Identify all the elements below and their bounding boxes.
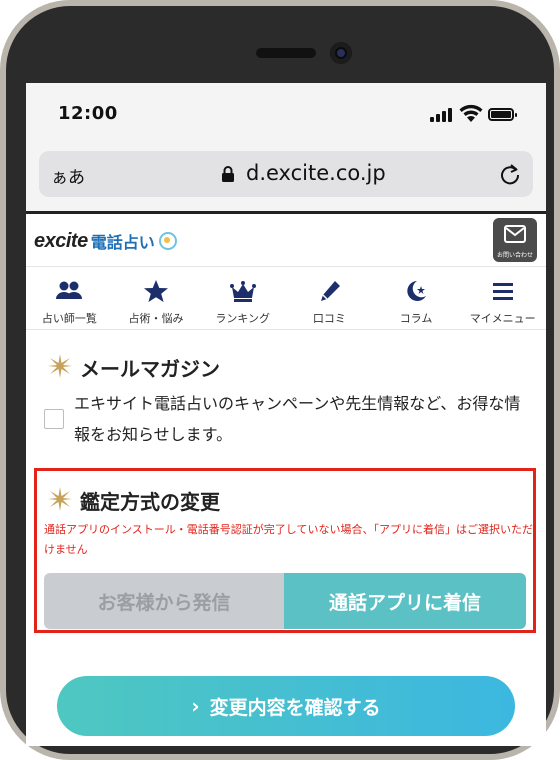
status-bar: 12:00: [26, 83, 546, 143]
contact-button[interactable]: お問い合わせ: [493, 218, 537, 262]
chevron-right-icon: ›: [191, 694, 200, 718]
nav-item-my-menu[interactable]: マイメニュー: [459, 267, 546, 329]
option-call-from-customer[interactable]: お客様から発信: [44, 573, 284, 629]
nav-item-methods[interactable]: 占術・悩み: [113, 267, 200, 329]
moon-star-icon: [407, 281, 427, 301]
browser-address-area: ぁあ d.excite.co.jp: [26, 143, 546, 211]
main-nav: 占い師一覧 占術・悩み ランキング 口コミ コラム マイメニュー: [26, 266, 546, 330]
nav-label: ランキング: [215, 312, 271, 325]
nav-item-fortune-tellers[interactable]: 占い師一覧: [26, 267, 113, 329]
sparkle-icon: [48, 354, 72, 378]
method-change-title: 鑑定方式の変更: [80, 490, 220, 514]
nav-label: 占術・悩み: [128, 312, 184, 325]
phone-camera: [330, 42, 352, 64]
nav-label: マイメニュー: [469, 312, 536, 325]
phone-speaker: [256, 48, 316, 58]
hamburger-icon: [492, 283, 513, 300]
url-text: d.excite.co.jp: [246, 161, 386, 185]
people-icon: [56, 281, 83, 299]
nav-item-ranking[interactable]: ランキング: [199, 267, 286, 329]
logo-excite: excite: [34, 229, 88, 252]
battery-icon: [488, 108, 517, 121]
lock-icon: [222, 166, 234, 182]
site-header: excite 電話占い お問い合わせ: [26, 214, 546, 266]
nav-item-reviews[interactable]: 口コミ: [286, 267, 373, 329]
call-method-toggle: お客様から発信 通話アプリに着信: [44, 573, 526, 629]
mail-magazine-description: エキサイト電話占いのキャンペーンや先生情報など、お得な情報をお知らせします。: [74, 394, 521, 444]
logo-service-name: 電話占い: [90, 233, 155, 252]
pen-icon: [321, 281, 341, 301]
reload-icon[interactable]: [499, 162, 521, 186]
nav-label: コラム: [399, 312, 433, 325]
text-size-button[interactable]: ぁあ: [51, 163, 85, 188]
nav-label: 口コミ: [312, 312, 346, 325]
confirm-changes-button[interactable]: › 変更内容を確認する: [57, 676, 515, 736]
logo-mark-icon: [158, 232, 177, 250]
phone-screen: 12:00 ぁあ d.excite.co.jp excite 電話占い お問い合…: [26, 83, 546, 746]
confirm-changes-label: 変更内容を確認する: [209, 696, 381, 719]
nav-item-column[interactable]: コラム: [373, 267, 460, 329]
option-receive-in-app[interactable]: 通話アプリに着信: [284, 573, 526, 629]
mail-magazine-checkbox[interactable]: [44, 409, 64, 429]
nav-label: 占い師一覧: [41, 312, 97, 325]
status-time: 12:00: [58, 103, 118, 124]
star-icon: [144, 280, 168, 302]
contact-label: お問い合わせ: [496, 252, 533, 259]
mail-icon: [504, 225, 526, 243]
wifi-icon: [459, 104, 483, 122]
sparkle-icon: [48, 487, 72, 511]
method-change-warning: 通話アプリのインストール・電話番号認証が完了していない場合、「アプリに着信」はご…: [44, 523, 533, 556]
address-bar[interactable]: ぁあ d.excite.co.jp: [39, 151, 533, 197]
crown-icon: [229, 281, 256, 302]
mail-magazine-title: メールマガジン: [80, 357, 220, 381]
cellular-signal-icon: [430, 108, 452, 122]
phone-frame: 12:00 ぁあ d.excite.co.jp excite 電話占い お問い合…: [0, 0, 560, 760]
site-logo[interactable]: excite 電話占い: [34, 227, 177, 255]
